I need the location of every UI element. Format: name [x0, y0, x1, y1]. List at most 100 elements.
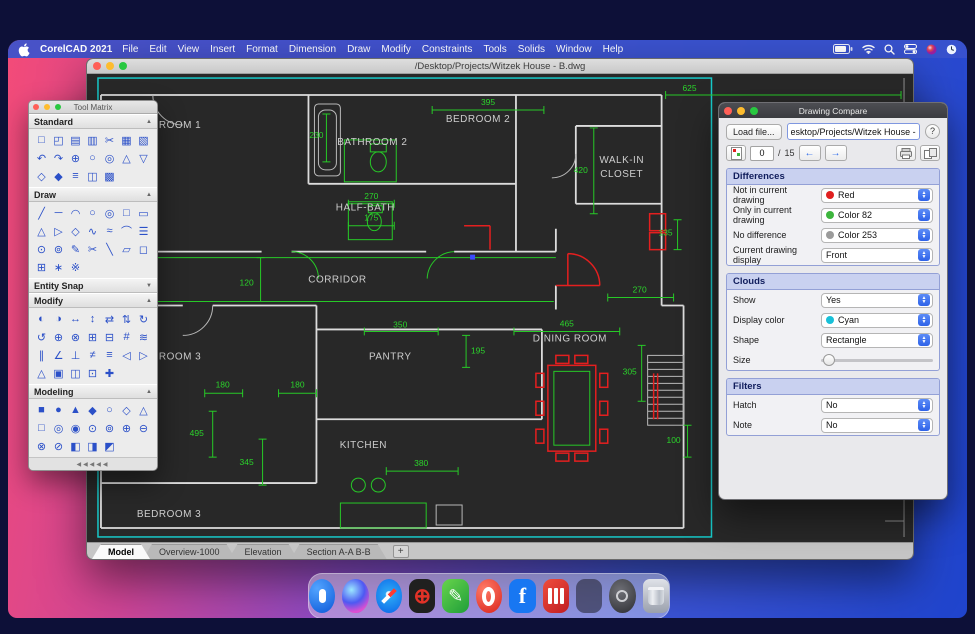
tool-icon[interactable]: ─ — [50, 204, 67, 222]
tool-icon[interactable]: ■ — [33, 401, 50, 419]
tool-icon[interactable]: ◫ — [67, 364, 84, 382]
clouds-show-dropdown[interactable]: Yes ▲▼ — [821, 293, 933, 308]
slider-knob[interactable] — [823, 354, 835, 366]
trash-dock-icon[interactable] — [643, 579, 669, 613]
menubar-menu-item[interactable]: Constraints — [422, 44, 473, 55]
menubar-menu-item[interactable]: Help — [603, 44, 624, 55]
menubar-menu-item[interactable]: Format — [246, 44, 278, 55]
only-in-current-drawing-dropdown[interactable]: Color 82 ▲▼ — [821, 208, 933, 223]
tab-elevation[interactable]: Elevation — [229, 544, 298, 559]
menubar-menu-item[interactable]: View — [178, 44, 200, 55]
tool-icon[interactable]: ▩ — [101, 167, 118, 185]
tool-icon[interactable]: ⊟ — [101, 328, 118, 346]
tool-icon[interactable]: ◆ — [50, 167, 67, 185]
tool-icon[interactable]: ◇ — [118, 401, 135, 419]
tool-icon[interactable]: ✂ — [84, 240, 101, 258]
search-icon[interactable] — [884, 44, 895, 55]
load-file-button[interactable]: Load file... — [726, 124, 782, 140]
menubar-menu-item[interactable]: Edit — [149, 44, 166, 55]
tool-icon[interactable]: ⊖ — [135, 419, 152, 437]
tool-icon[interactable]: ◎ — [101, 204, 118, 222]
side-by-side-icon[interactable] — [920, 145, 940, 161]
current-drawing-display-dropdown[interactable]: Front ▲▼ — [821, 248, 933, 263]
tool-icon[interactable]: ▭ — [135, 204, 152, 222]
apple-menu-icon[interactable] — [18, 43, 30, 56]
tool-icon[interactable]: ↕ — [84, 310, 101, 328]
tool-icon[interactable]: ⊕ — [50, 328, 67, 346]
tool-icon[interactable]: ≈ — [101, 222, 118, 240]
design-pen-dock-icon[interactable]: ✎ — [442, 579, 468, 613]
tool-icon[interactable]: □ — [33, 419, 50, 437]
tool-icon[interactable]: ● — [50, 401, 67, 419]
safari-dock-icon[interactable] — [376, 579, 402, 613]
tool-icon[interactable]: ◁ — [118, 346, 135, 364]
selection-grip[interactable] — [470, 255, 475, 260]
tool-icon[interactable]: ⇅ — [118, 310, 135, 328]
tool-icon[interactable]: ⊞ — [33, 258, 50, 276]
tool-icon[interactable]: ◎ — [50, 419, 67, 437]
tool-icon[interactable]: ⊡ — [84, 364, 101, 382]
diff-sheet-icon[interactable] — [726, 145, 746, 161]
no-difference-dropdown[interactable]: Color 253 ▲▼ — [821, 228, 933, 243]
menubar-menu-item[interactable]: Modify — [381, 44, 410, 55]
tool-icon[interactable]: ○ — [84, 204, 101, 222]
tool-icon[interactable]: ◑ — [50, 310, 67, 328]
tool-icon[interactable]: ▽ — [135, 149, 152, 167]
tool-icon[interactable]: ▱ — [118, 240, 135, 258]
menubar-menu-item[interactable]: Draw — [347, 44, 370, 55]
opera-dock-icon[interactable] — [476, 579, 502, 613]
tool-icon[interactable]: ▦ — [118, 131, 135, 149]
tool-icon[interactable]: ↔ — [67, 310, 84, 328]
tool-icon[interactable]: ◩ — [101, 437, 118, 455]
siri-dock-icon[interactable] — [342, 579, 368, 613]
voice-memos-dock-icon[interactable] — [309, 579, 335, 613]
compare-file-path-field[interactable] — [787, 123, 920, 140]
tool-icon[interactable]: ↶ — [33, 149, 50, 167]
tool-icon[interactable]: ↻ — [135, 310, 152, 328]
tool-icon[interactable]: △ — [135, 401, 152, 419]
collapse-arrow-icon[interactable]: ▲ — [146, 298, 152, 304]
tool-icon[interactable]: □ — [33, 131, 50, 149]
difference-index-field[interactable] — [750, 146, 774, 161]
menubar-menu-item[interactable]: Solids — [518, 44, 545, 55]
menubar-menu-item[interactable]: Window — [556, 44, 592, 55]
tool-icon[interactable]: # — [118, 328, 135, 346]
tool-icon[interactable]: ◆ — [84, 401, 101, 419]
tool-icon[interactable]: ⊙ — [84, 419, 101, 437]
help-button[interactable]: ? — [925, 124, 940, 139]
launchpad-dock-icon[interactable] — [576, 579, 602, 613]
tool-icon[interactable]: ◧ — [67, 437, 84, 455]
control-center-icon[interactable] — [904, 44, 917, 54]
tool-icon[interactable]: ○ — [84, 149, 101, 167]
collapse-arrow-icon[interactable]: ▲ — [146, 192, 152, 198]
tool-icon[interactable]: ⊥ — [67, 346, 84, 364]
previous-difference-button[interactable]: ← — [799, 145, 821, 161]
tool-icon[interactable]: ✂ — [101, 131, 118, 149]
not-in-current-drawing-dropdown[interactable]: Red ▲▼ — [821, 188, 933, 203]
markers-dock-icon[interactable] — [543, 579, 569, 613]
next-difference-button[interactable]: → — [825, 145, 847, 161]
tool-icon[interactable]: ⊗ — [67, 328, 84, 346]
tool-icon[interactable]: ◻ — [135, 240, 152, 258]
tool-icon[interactable]: ▥ — [84, 131, 101, 149]
tool-icon[interactable]: ↺ — [33, 328, 50, 346]
collapse-arrow-icon[interactable]: ▲ — [146, 119, 152, 125]
tool-icon[interactable]: ⇄ — [101, 310, 118, 328]
tool-icon[interactable]: ▧ — [135, 131, 152, 149]
compare-titlebar[interactable]: Drawing Compare — [719, 103, 947, 118]
tool-icon[interactable]: ╱ — [33, 204, 50, 222]
tool-icon[interactable]: ◫ — [84, 167, 101, 185]
tool-icon[interactable]: ◎ — [101, 149, 118, 167]
tool-icon[interactable]: ≡ — [67, 167, 84, 185]
tool-icon[interactable]: ◉ — [67, 419, 84, 437]
tab-overview-1000[interactable]: Overview-1000 — [143, 544, 236, 559]
tab-model[interactable]: Model — [92, 544, 150, 559]
wifi-icon[interactable] — [862, 44, 875, 54]
tool-icon[interactable]: ▲ — [67, 401, 84, 419]
print-icon[interactable] — [896, 145, 916, 161]
tool-icon[interactable]: ✚ — [101, 364, 118, 382]
siri-icon[interactable] — [926, 44, 937, 55]
tab-section-a-a-b-b[interactable]: Section A-A B-B — [291, 544, 387, 559]
tool-icon[interactable]: ≋ — [135, 328, 152, 346]
tool-icon[interactable]: ∗ — [50, 258, 67, 276]
